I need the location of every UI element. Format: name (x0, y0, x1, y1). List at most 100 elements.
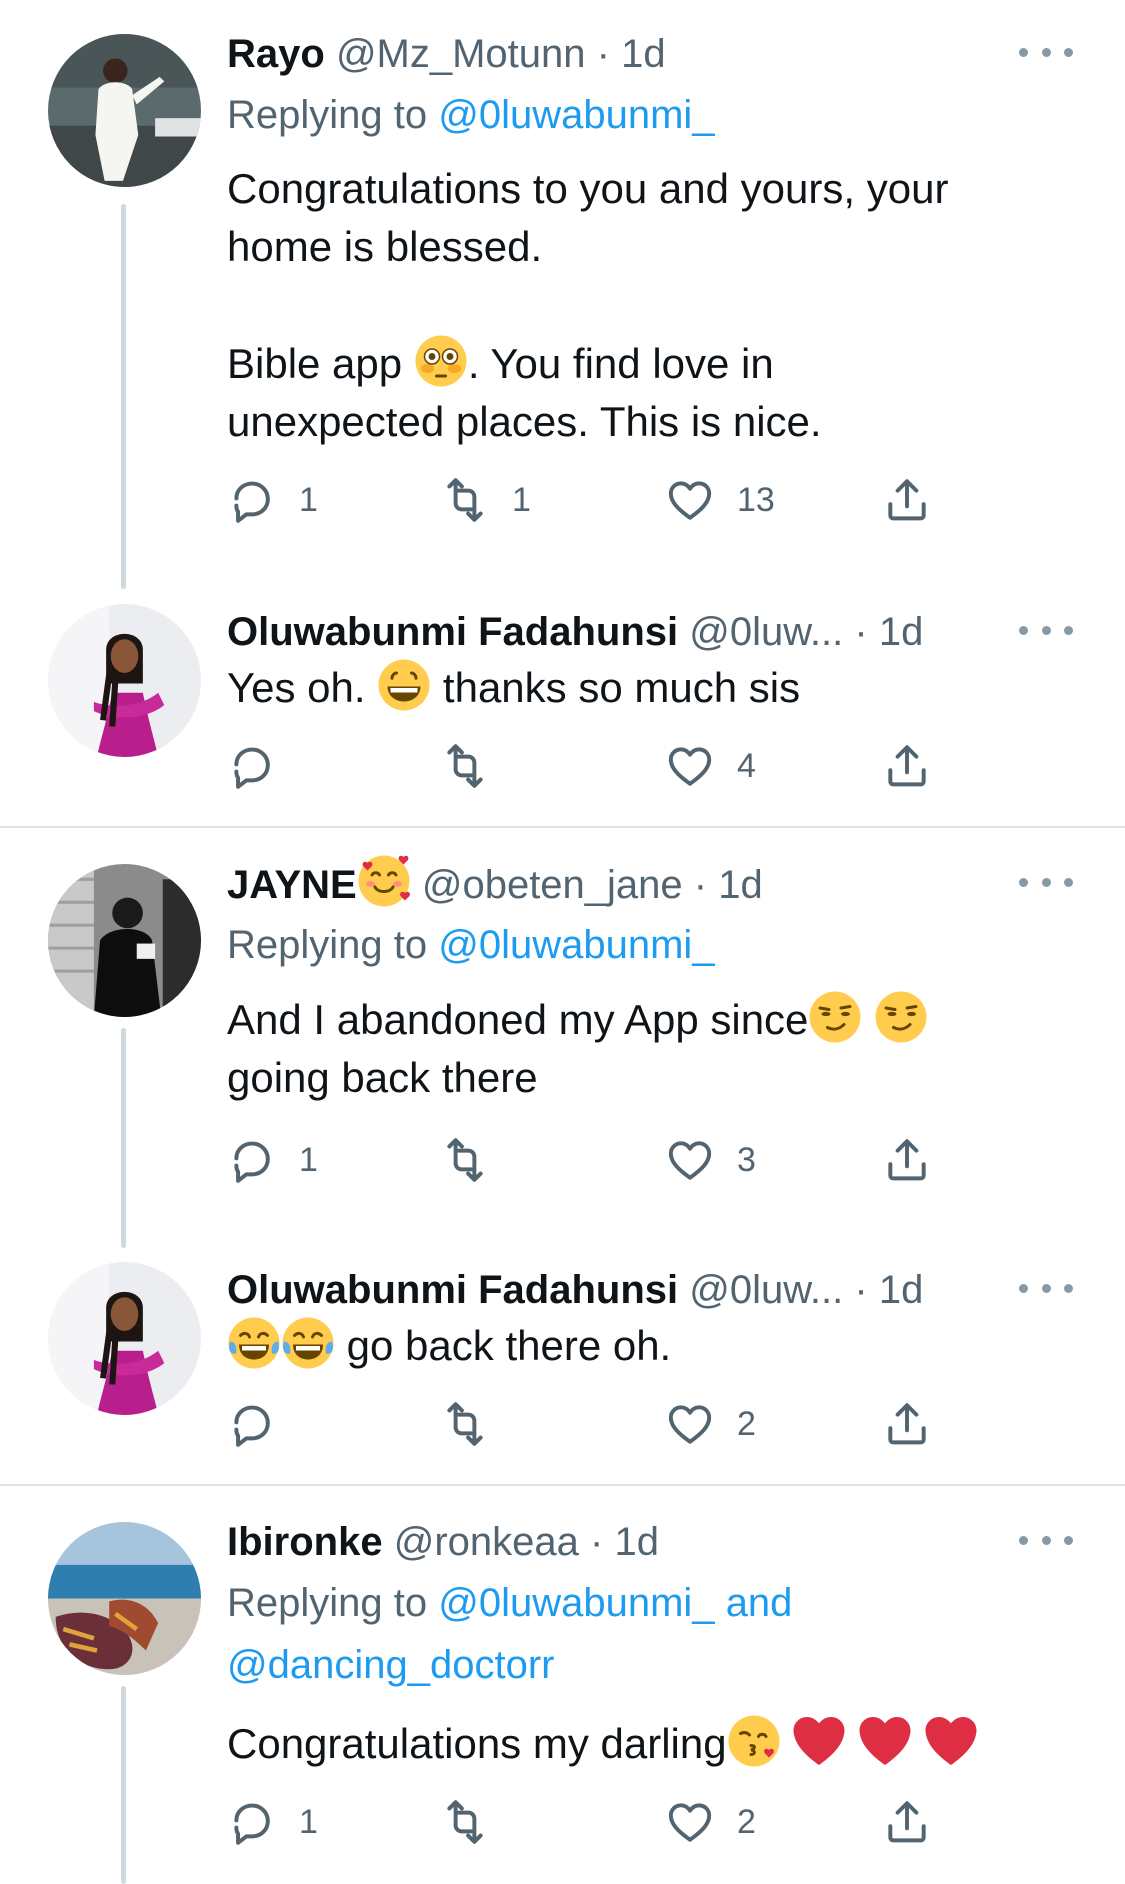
replying-to-label: Replying to (227, 1581, 428, 1625)
replying-to-label: Replying to (227, 923, 428, 967)
retweet-button[interactable] (440, 739, 512, 793)
avatar[interactable] (48, 604, 201, 757)
author-handle[interactable]: @obeten_jane (422, 863, 683, 907)
retweet-icon (440, 741, 490, 791)
more-options-icon[interactable] (1019, 1528, 1073, 1552)
retweet-icon (440, 1135, 490, 1185)
tweet-actions: 2 (227, 1397, 967, 1451)
like-button[interactable]: 2 (665, 1397, 756, 1451)
tweet-jayne[interactable]: JAYNE @obeten_jane · 1d Replying to @0lu… (0, 828, 1125, 1248)
tweet-oluwabunmi-2[interactable]: Oluwabunmi Fadahunsi @0luw... · 1d go ba… (0, 1248, 1125, 1484)
tweet-text: go back there oh. (227, 1316, 1065, 1375)
reply-button[interactable]: 1 (227, 1795, 318, 1849)
share-button[interactable] (882, 739, 932, 793)
like-button[interactable]: 3 (665, 1133, 756, 1187)
tears-of-joy-emoji (281, 1316, 335, 1370)
tweet-text-line: Yes oh. (227, 664, 366, 711)
share-icon (882, 1135, 932, 1185)
tweet-text-line: unexpected places. This is nice. (227, 398, 822, 445)
tweet-header: JAYNE @obeten_jane · 1d (227, 854, 1005, 914)
reply-button[interactable] (227, 739, 299, 793)
separator-dot: · (590, 1520, 604, 1564)
avatar[interactable] (48, 1522, 201, 1675)
like-button[interactable]: 2 (665, 1795, 756, 1849)
tweet-text-line: And I abandoned my App since (227, 996, 809, 1043)
reply-button[interactable] (227, 1397, 299, 1451)
tweet-text-line: Congratulations to you and yours, your (227, 165, 949, 212)
tweet-text-line: going back there (227, 1054, 538, 1101)
avatar[interactable] (48, 34, 201, 187)
tweet-actions: 1 2 (227, 1795, 967, 1849)
replying-to-label: Replying to (227, 93, 428, 137)
tweet-text-line: Congratulations my darling (227, 1720, 727, 1767)
share-button[interactable] (882, 473, 932, 527)
separator-dot: · (854, 1268, 868, 1312)
like-count: 4 (737, 746, 756, 785)
mention-link[interactable]: @0luwabunmi_ (438, 93, 714, 137)
like-button[interactable]: 13 (665, 473, 775, 527)
more-options-icon[interactable] (1019, 1276, 1073, 1300)
mention-link[interactable]: @0luwabunmi_ (438, 1581, 714, 1625)
retweet-button[interactable] (440, 1795, 512, 1849)
author-name[interactable]: Oluwabunmi Fadahunsi (227, 1268, 678, 1312)
tweet-actions: 1 1 13 (227, 473, 967, 527)
like-count: 2 (737, 1802, 756, 1841)
tweet-timestamp[interactable]: 1d (614, 1520, 659, 1564)
retweet-button[interactable]: 1 (440, 473, 531, 527)
heart-icon (665, 1135, 715, 1185)
tweet-text-line: . You find love in (467, 340, 774, 387)
face-blowing-kiss-emoji (727, 1714, 781, 1768)
tweet-text-line: thanks so much sis (442, 664, 801, 711)
tweet-text-line: go back there oh. (346, 1322, 672, 1369)
tweet-timestamp[interactable]: 1d (879, 1268, 924, 1312)
like-button[interactable]: 4 (665, 739, 756, 793)
retweet-button[interactable] (440, 1133, 512, 1187)
share-button[interactable] (882, 1397, 932, 1451)
reply-icon (227, 741, 277, 791)
author-name[interactable]: Rayo (227, 32, 325, 76)
like-count: 2 (737, 1404, 756, 1443)
more-options-icon[interactable] (1019, 40, 1073, 64)
avatar[interactable] (48, 1262, 201, 1415)
avatar[interactable] (48, 864, 201, 1017)
heart-icon (665, 475, 715, 525)
reply-count: 1 (299, 1140, 318, 1179)
author-name[interactable]: Ibironke (227, 1520, 383, 1564)
more-options-icon[interactable] (1019, 618, 1073, 642)
separator-dot: · (854, 610, 868, 654)
mention-link[interactable]: @0luwabunmi_ (438, 923, 714, 967)
share-button[interactable] (882, 1133, 932, 1187)
separator-dot: · (596, 32, 610, 76)
tweet-timestamp[interactable]: 1d (879, 610, 924, 654)
grinning-face-emoji (377, 658, 431, 712)
reply-icon (227, 475, 277, 525)
reply-button[interactable]: 1 (227, 1133, 318, 1187)
heart-icon (665, 1797, 715, 1847)
tweet-timestamp[interactable]: 1d (621, 32, 666, 76)
tweet-oluwabunmi-1[interactable]: Oluwabunmi Fadahunsi @0luw... · 1d Yes o… (0, 590, 1125, 826)
like-count: 3 (737, 1140, 756, 1179)
tweet-timestamp[interactable]: 1d (718, 863, 763, 907)
tweet-ibironke[interactable]: Ibironke @ronkeaa · 1d Replying to @0luw… (0, 1486, 1125, 1884)
smirking-face-emoji (808, 990, 862, 1044)
author-handle[interactable]: @Mz_Motunn (336, 32, 586, 76)
tweet-actions: 4 (227, 739, 967, 793)
author-handle[interactable]: @0luw... (689, 1268, 843, 1312)
mention-link[interactable]: @dancing_doctorr (227, 1643, 554, 1687)
author-handle[interactable]: @0luw... (689, 610, 843, 654)
author-name[interactable]: Oluwabunmi Fadahunsi (227, 610, 678, 654)
share-button[interactable] (882, 1795, 932, 1849)
more-options-icon[interactable] (1019, 870, 1073, 894)
reply-icon (227, 1797, 277, 1847)
reply-button[interactable]: 1 (227, 473, 318, 527)
tweet-rayo[interactable]: Rayo @Mz_Motunn · 1d Replying to @0luwab… (0, 0, 1125, 590)
author-handle[interactable]: @ronkeaa (394, 1520, 579, 1564)
tweet-text: Congratulations my darling (227, 1714, 1065, 1773)
replying-to-line: Replying to @0luwabunmi_ and @dancing_do… (227, 1572, 1065, 1696)
retweet-button[interactable] (440, 1397, 512, 1451)
red-heart-emoji (924, 1714, 978, 1768)
author-name[interactable]: JAYNE (227, 863, 357, 907)
tweet-text-line: home is blessed. (227, 223, 543, 270)
red-heart-emoji (792, 1714, 846, 1768)
replying-and-text: and (725, 1581, 793, 1625)
